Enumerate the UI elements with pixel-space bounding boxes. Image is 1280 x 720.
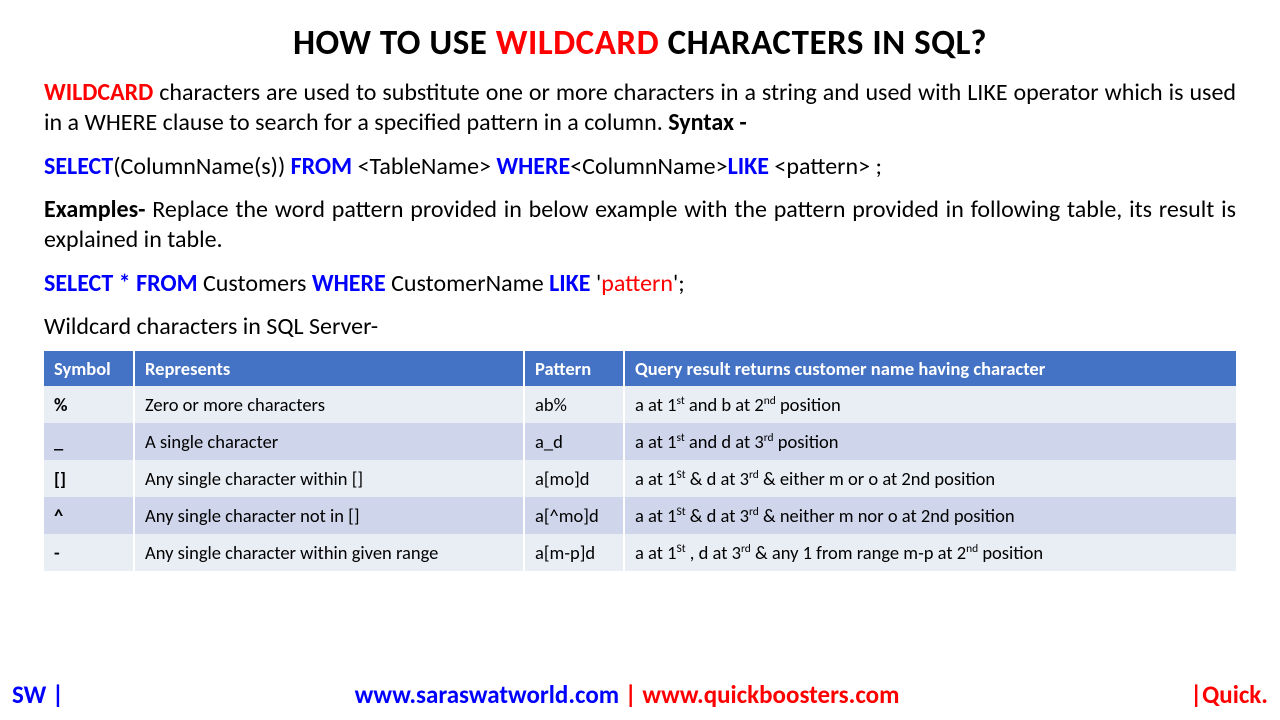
examples-label: Examples- — [44, 195, 146, 224]
subhead: Wildcard characters in SQL Server- — [44, 312, 1236, 341]
footer-center: www.saraswatworld.com | www.quickbooster… — [64, 679, 1190, 710]
examples-body: Replace the word pattern provided in bel… — [44, 195, 1236, 254]
title-pre: HOW TO USE — [293, 22, 496, 64]
cell-result: a at 1St & d at 3rd & neither m nor o at… — [624, 497, 1236, 534]
title-post: CHARACTERS IN SQL? — [659, 22, 987, 64]
table-header-row: Symbol Represents Pattern Query result r… — [44, 351, 1236, 386]
cell-pattern: a[m-p]d — [524, 534, 624, 571]
cell-result: a at 1st and b at 2nd position — [624, 386, 1236, 423]
footer-left: SW | — [12, 679, 64, 710]
intro-body: characters are used to substitute one or… — [44, 78, 1236, 137]
cell-represents: Any single character within given range — [134, 534, 524, 571]
cell-represents: Any single character not in [] — [134, 497, 524, 534]
cell-represents: Any single character within [] — [134, 460, 524, 497]
intro-highlight: WILDCARD — [44, 78, 153, 107]
th-pattern: Pattern — [524, 351, 624, 386]
table-row: %Zero or more charactersab%a at 1st and … — [44, 386, 1236, 423]
eq-select: SELECT * FROM — [44, 269, 203, 298]
kw-like: LIKE — [728, 152, 775, 181]
eq-like: LIKE — [549, 269, 596, 298]
cell-result: a at 1st and d at 3rd position — [624, 423, 1236, 460]
cell-symbol: ^ — [44, 497, 134, 534]
footer: SW | www.saraswatworld.com | www.quickbo… — [0, 679, 1280, 710]
syntax-line: SELECT(ColumnName(s)) FROM <TableName> W… — [44, 152, 1236, 181]
th-symbol: Symbol — [44, 351, 134, 386]
cell-symbol: - — [44, 534, 134, 571]
page-title: HOW TO USE WILDCARD CHARACTERS IN SQL? — [44, 22, 1236, 64]
cell-pattern: a[^mo]d — [524, 497, 624, 534]
kw-where: WHERE — [496, 152, 570, 181]
eq-where: WHERE — [312, 269, 391, 298]
syntax-table: <TableName> — [358, 152, 497, 181]
cell-result: a at 1St & d at 3rd & either m or o at 2… — [624, 460, 1236, 497]
cell-pattern: ab% — [524, 386, 624, 423]
th-represents: Represents — [134, 351, 524, 386]
footer-pipe: | — [619, 679, 642, 710]
footer-url1: www.saraswatworld.com — [355, 679, 619, 710]
syntax-pattern: <pattern> ; — [774, 152, 882, 181]
cell-pattern: a_d — [524, 423, 624, 460]
cell-symbol: % — [44, 386, 134, 423]
table-row: -Any single character within given range… — [44, 534, 1236, 571]
table-row: ^Any single character not in []a[^mo]da … — [44, 497, 1236, 534]
cell-symbol: [] — [44, 460, 134, 497]
syntax-colname: <ColumnName> — [570, 152, 727, 181]
syntax-label: Syntax - — [668, 108, 747, 137]
table-row: _A single charactera_da at 1st and d at … — [44, 423, 1236, 460]
footer-right: |Quick. — [1190, 679, 1268, 710]
eq-table: Customers — [203, 269, 312, 298]
example-query-line: SELECT * FROM Customers WHERE CustomerNa… — [44, 269, 1236, 298]
kw-from: FROM — [291, 152, 358, 181]
wildcard-table: Symbol Represents Pattern Query result r… — [44, 351, 1236, 571]
cell-symbol: _ — [44, 423, 134, 460]
examples-paragraph: Examples- Replace the word pattern provi… — [44, 195, 1236, 255]
eq-q2: '; — [673, 269, 685, 298]
eq-pattern: pattern — [601, 269, 673, 298]
cell-pattern: a[mo]d — [524, 460, 624, 497]
cell-result: a at 1St , d at 3rd & any 1 from range m… — [624, 534, 1236, 571]
eq-col: CustomerName — [391, 269, 549, 298]
kw-select: SELECT — [44, 152, 113, 181]
footer-url2: www.quickboosters.com — [642, 679, 899, 710]
th-result: Query result returns customer name havin… — [624, 351, 1236, 386]
cell-represents: A single character — [134, 423, 524, 460]
table-row: []Any single character within []a[mo]da … — [44, 460, 1236, 497]
intro-paragraph: WILDCARD characters are used to substitu… — [44, 78, 1236, 138]
cell-represents: Zero or more characters — [134, 386, 524, 423]
title-highlight: WILDCARD — [496, 22, 659, 64]
syntax-cols: (ColumnName(s)) — [113, 152, 290, 181]
